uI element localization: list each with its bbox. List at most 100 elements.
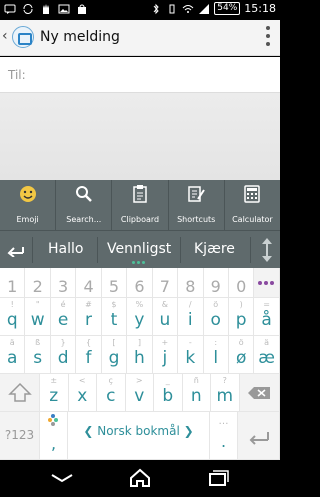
chevron-left-icon[interactable]: ‹: [2, 28, 8, 44]
calculator-icon: [244, 185, 261, 203]
key-4[interactable]: 4: [76, 268, 102, 298]
key-r[interactable]: # r: [76, 298, 102, 336]
shift-arrow-icon: [8, 382, 32, 402]
key-9[interactable]: 9: [203, 268, 229, 298]
bluetooth-icon: [153, 3, 159, 14]
key-t[interactable]: $ t: [101, 298, 128, 336]
settings-cross-icon: [48, 414, 58, 426]
search-icon: [75, 186, 92, 202]
key-y[interactable]: % y: [127, 298, 153, 336]
emoji-button[interactable]: Emoji: [0, 180, 57, 230]
key-aa[interactable]: = å: [254, 298, 280, 336]
key-s[interactable]: ßs: [25, 336, 51, 374]
key-u[interactable]: & u: [152, 298, 179, 336]
key-i[interactable]: / i: [178, 298, 204, 336]
recent-apps-icon[interactable]: [206, 468, 230, 488]
letter-row-1: ! q " w ée # r $ t % y & u / i öo ) p = å: [0, 298, 280, 336]
key-7[interactable]: 7: [152, 268, 179, 298]
key-h[interactable]: ] h: [127, 336, 153, 374]
key-o[interactable]: öo: [203, 298, 229, 336]
key-6[interactable]: 6: [127, 268, 153, 298]
key-n[interactable]: ñn: [182, 374, 211, 412]
shift-key[interactable]: [0, 374, 40, 412]
key-ae[interactable]: äæ: [254, 336, 280, 374]
divider: [32, 237, 33, 263]
key-f[interactable]: {f: [76, 336, 102, 374]
shortcuts-button[interactable]: Shortcuts: [169, 180, 225, 230]
key-e[interactable]: ée: [50, 298, 77, 336]
suggestion-2[interactable]: Vennligst: [107, 241, 171, 257]
shortcuts-label: Shortcuts: [177, 215, 216, 224]
key-w[interactable]: " w: [25, 298, 51, 336]
key-p[interactable]: ) p: [228, 298, 255, 336]
suggestion-bar: Hallo Vennligst Kjære: [0, 230, 280, 268]
overflow-menu-icon[interactable]: [266, 26, 270, 46]
search-button[interactable]: Search...: [56, 180, 113, 230]
divider: [180, 237, 181, 263]
suggestion-indicator: [132, 261, 145, 264]
enter-key[interactable]: [238, 412, 280, 460]
language-label: ❮ Norsk bokmål ❯: [83, 424, 194, 438]
emoji-icon: [19, 186, 36, 202]
key-2[interactable]: 2: [25, 268, 51, 298]
message-area[interactable]: [0, 93, 280, 180]
messaging-app-icon[interactable]: [12, 26, 34, 48]
expand-arrows-icon[interactable]: [260, 237, 274, 263]
bottom-row: ?123 , ❮ Norsk bokmål ❯ … .: [0, 412, 280, 460]
key-d[interactable]: } d: [50, 336, 77, 374]
clipboard-label: Clipboard: [120, 215, 160, 224]
letter-row-2: äa ßs } d {f [g ] h + j -k :l öø äæ: [0, 336, 280, 374]
clipboard-button[interactable]: Clipboard: [112, 180, 169, 230]
key-1[interactable]: 1: [0, 268, 26, 298]
key-a[interactable]: äa: [0, 336, 26, 374]
status-bar: 54% 15:18: [0, 0, 280, 20]
enter-icon: [249, 432, 269, 445]
calculator-label: Calculator: [232, 215, 273, 224]
key-g[interactable]: [g: [101, 336, 128, 374]
navigation-bar: [0, 460, 280, 497]
clock: 15:18: [244, 2, 276, 15]
key-j[interactable]: + j: [152, 336, 179, 374]
key-x[interactable]: < x: [68, 374, 97, 412]
backspace-icon: [247, 387, 270, 399]
symbols-key[interactable]: ?123: [0, 412, 40, 460]
key-0[interactable]: 0: [228, 268, 255, 298]
space-key[interactable]: ❮ Norsk bokmål ❯: [68, 412, 210, 460]
key-c[interactable]: çc: [97, 374, 126, 412]
calculator-button[interactable]: Calculator: [225, 180, 280, 230]
key-v[interactable]: > v: [125, 374, 154, 412]
recipient-field[interactable]: Til:: [0, 57, 280, 93]
shortcuts-icon: [188, 186, 206, 202]
clipboard-icon: [133, 185, 147, 203]
search-label: Search...: [66, 215, 102, 224]
key-3[interactable]: 3: [50, 268, 77, 298]
key-z[interactable]: ± z: [40, 374, 69, 412]
key-8[interactable]: 8: [178, 268, 204, 298]
key-k[interactable]: -k: [178, 336, 204, 374]
comma-key[interactable]: ,: [40, 412, 68, 460]
key-l[interactable]: :l: [203, 336, 229, 374]
divider: [250, 237, 251, 263]
backspace-key[interactable]: [239, 374, 280, 412]
key-b[interactable]: _ b: [154, 374, 183, 412]
key-5[interactable]: 5: [101, 268, 128, 298]
keyboard-toolbar: Emoji Search... Clipboard Shortcuts Calc…: [0, 180, 280, 230]
more-dots-icon[interactable]: [254, 268, 280, 298]
signal-icon: [199, 3, 210, 14]
key-q[interactable]: ! q: [0, 298, 26, 336]
key-oe[interactable]: öø: [228, 336, 255, 374]
back-nav-icon[interactable]: [50, 468, 74, 488]
page-title: Ny melding: [40, 29, 120, 45]
wifi-icon: [182, 4, 194, 13]
battery-indicator: 54%: [214, 2, 241, 15]
system-icons: 54% 15:18: [150, 2, 276, 15]
suggestion-1[interactable]: Hallo: [48, 241, 83, 257]
period-key[interactable]: … .: [210, 412, 238, 460]
key-m[interactable]: ? m: [211, 374, 240, 412]
to-label: Til:: [8, 68, 26, 82]
number-row: 1 2 3 4 5 6 7 8 9 0: [0, 268, 280, 298]
undo-arrow-icon[interactable]: [0, 231, 32, 269]
home-icon[interactable]: [128, 468, 152, 488]
message-icon: [4, 4, 16, 14]
suggestion-3[interactable]: Kjære: [194, 241, 235, 257]
